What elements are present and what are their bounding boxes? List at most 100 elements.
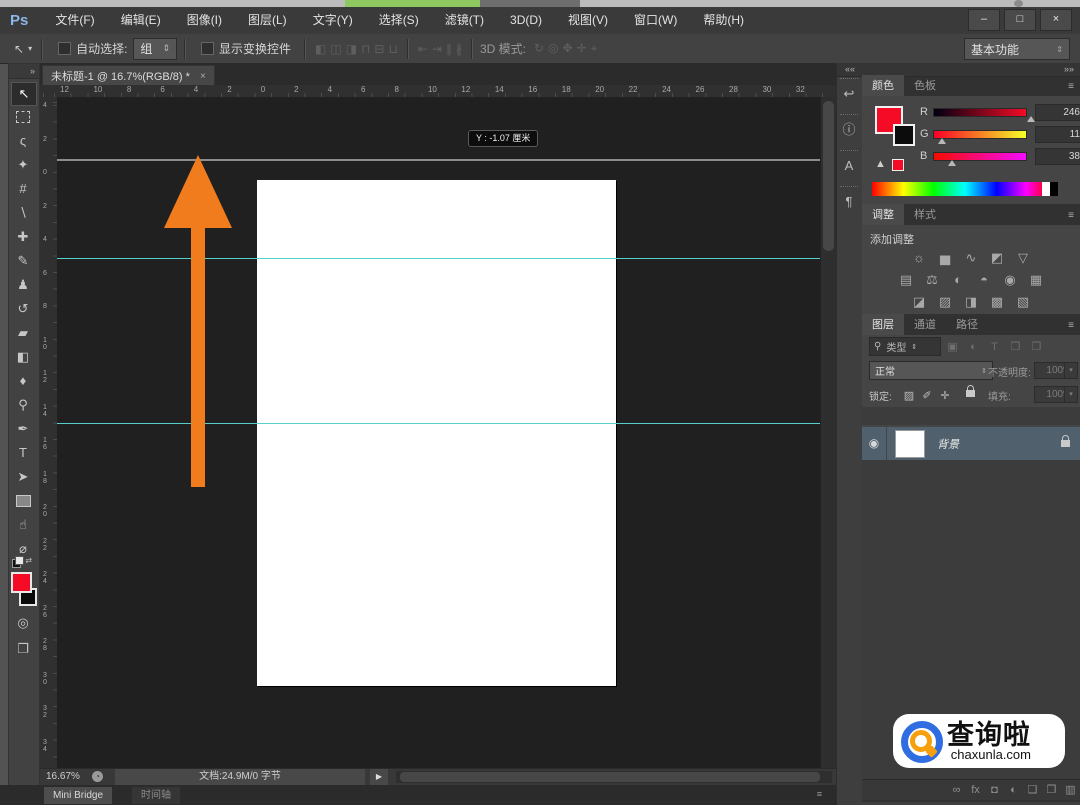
filter-adjustment-layers-icon[interactable]: ◐: [963, 337, 984, 358]
dock-expand-icon[interactable]: ««: [837, 63, 863, 77]
lock-transparent-pixels-icon[interactable]: ▨: [900, 389, 918, 402]
hand-tool[interactable]: ☝: [11, 514, 35, 536]
slider-knob[interactable]: [938, 137, 946, 144]
close-button[interactable]: ×: [1040, 9, 1072, 31]
gradient-map-icon[interactable]: ▧: [1010, 293, 1036, 311]
rectangle-tool[interactable]: [11, 490, 35, 512]
blur-tool[interactable]: ♦: [11, 370, 35, 392]
menu-item-1[interactable]: 编辑(E): [108, 13, 174, 27]
filter-shape-layers-icon[interactable]: ❒: [1005, 337, 1026, 358]
slider-knob[interactable]: [948, 159, 956, 166]
layer-thumbnail[interactable]: [895, 429, 925, 458]
layers-tab-0[interactable]: 图层: [862, 314, 904, 335]
paragraph-panel-icon[interactable]: ¶: [836, 190, 862, 214]
rectangular-marquee-tool[interactable]: [11, 106, 35, 128]
channel-slider-B[interactable]: [933, 151, 1027, 166]
menu-item-2[interactable]: 图像(I): [174, 13, 235, 27]
layer-filter-type-dropdown[interactable]: ⚲ 类型 ⇕: [869, 337, 941, 356]
quick-selection-tool[interactable]: ✦: [11, 154, 35, 176]
levels-icon[interactable]: ▅: [932, 249, 958, 267]
menu-item-6[interactable]: 滤镜(T): [432, 13, 497, 27]
menu-item-8[interactable]: 视图(V): [555, 13, 621, 27]
adjustment-layer-icon[interactable]: ◐: [1004, 780, 1023, 800]
bottom-panel-menu-icon[interactable]: ≡: [817, 789, 822, 799]
horizontal-scrollbar[interactable]: [396, 771, 832, 783]
channel-value-B[interactable]: 38: [1035, 147, 1080, 165]
pen-tool[interactable]: ✒: [11, 418, 35, 440]
posterize-icon[interactable]: ▨: [932, 293, 958, 311]
gamut-warning-icon[interactable]: ▲: [875, 158, 886, 170]
color-lookup-icon[interactable]: ▦: [1023, 271, 1049, 289]
menu-item-10[interactable]: 帮助(H): [690, 13, 757, 27]
layer-row-background[interactable]: ◉ 背景: [862, 427, 1080, 460]
minimize-button[interactable]: –: [968, 9, 1000, 31]
document-canvas[interactable]: [257, 180, 616, 686]
photo-filter-icon[interactable]: ◓: [971, 271, 997, 289]
brightness-contrast-icon[interactable]: ☼: [906, 249, 932, 267]
channel-value-G[interactable]: 11: [1035, 125, 1080, 143]
vertical-scrollbar-thumb[interactable]: [823, 101, 834, 251]
clone-stamp-tool[interactable]: ♟: [11, 274, 35, 296]
spectrum-white-chip[interactable]: [1042, 182, 1050, 196]
quick-mask-button[interactable]: ◎: [11, 612, 35, 634]
adjustments-tab-0[interactable]: 调整: [862, 204, 904, 225]
adjustments-panel-menu-icon[interactable]: ≡: [1068, 210, 1074, 221]
eraser-tool[interactable]: ▰: [11, 322, 35, 344]
foreground-color-tool-swatch[interactable]: [11, 572, 32, 593]
maximize-button[interactable]: □: [1004, 9, 1036, 31]
status-options-arrow-icon[interactable]: ▶: [370, 769, 388, 785]
menu-item-0[interactable]: 文件(F): [42, 13, 107, 27]
tab-timeline[interactable]: 时间轴: [132, 787, 180, 804]
spectrum-black-chip[interactable]: [1050, 182, 1058, 196]
channel-mixer-icon[interactable]: ◉: [997, 271, 1023, 289]
history-panel-icon[interactable]: ↩: [836, 82, 862, 106]
vertical-scrollbar[interactable]: [820, 97, 837, 768]
color-balance-icon[interactable]: ⚖: [919, 271, 945, 289]
hue-saturation-icon[interactable]: ▤: [893, 271, 919, 289]
guide-horizontal-2[interactable]: [57, 423, 820, 424]
history-brush-tool[interactable]: ↺: [11, 298, 35, 320]
color-tab-1[interactable]: 色板: [904, 75, 946, 96]
menu-item-3[interactable]: 图层(L): [235, 13, 300, 27]
workspace-switcher[interactable]: 基本功能 ⇕: [964, 38, 1070, 60]
gamut-warning-swatch[interactable]: [892, 159, 904, 171]
filter-smart-objects-icon[interactable]: ❐: [1026, 337, 1047, 358]
color-tab-0[interactable]: 颜色: [862, 75, 904, 96]
eyedropper-tool[interactable]: ∖: [11, 202, 35, 224]
layers-tab-2[interactable]: 路径: [946, 314, 988, 335]
vertical-ruler[interactable]: 4 2 0 2 4 6 8 1 0 1 2 1 4 1 6 1 8 2 0 2 2 2 4 2 6 2 8 3 0…: [40, 97, 58, 768]
vibrance-icon[interactable]: ▽: [1010, 249, 1036, 267]
filter-type-layers-icon[interactable]: T: [984, 337, 1005, 358]
info-panel-icon[interactable]: ⓘ: [836, 118, 862, 142]
tool-preset-caret-icon[interactable]: ▾: [28, 44, 32, 53]
dodge-tool[interactable]: ⚲: [11, 394, 35, 416]
horizontal-scrollbar-thumb[interactable]: [400, 772, 820, 782]
fill-caret-icon[interactable]: ▾: [1064, 386, 1078, 403]
lock-image-pixels-icon[interactable]: ✐: [918, 389, 936, 402]
auto-select-checkbox[interactable]: [58, 42, 72, 55]
color-swatch-pair[interactable]: [11, 572, 37, 606]
black-white-icon[interactable]: ◐: [945, 271, 971, 289]
lasso-tool[interactable]: ς: [11, 130, 35, 152]
layer-name[interactable]: 背景: [937, 436, 1059, 452]
lock-all-icon[interactable]: [966, 385, 975, 397]
lock-position-icon[interactable]: ✛: [936, 389, 954, 402]
layer-group-icon[interactable]: ❏: [1023, 780, 1042, 800]
document-size-info[interactable]: 文档:24.9M/0 字节: [115, 769, 365, 785]
channel-slider-R[interactable]: [933, 107, 1035, 122]
layers-tab-1[interactable]: 通道: [904, 314, 946, 335]
opacity-caret-icon[interactable]: ▾: [1064, 362, 1078, 379]
layer-visibility-eye-icon[interactable]: ◉: [862, 427, 887, 460]
swap-colors-icon[interactable]: ⇄: [12, 556, 32, 568]
menu-item-4[interactable]: 文字(Y): [300, 13, 366, 27]
link-layers-icon[interactable]: ∞: [947, 780, 966, 800]
toolbar-collapse-icon[interactable]: »: [9, 64, 39, 79]
character-panel-icon[interactable]: A: [836, 154, 862, 178]
color-spectrum-ramp[interactable]: [872, 182, 1058, 196]
curves-icon[interactable]: ∿: [958, 249, 984, 267]
menu-item-7[interactable]: 3D(D): [497, 13, 555, 27]
blend-mode-dropdown[interactable]: 正常 ⇕: [869, 361, 993, 380]
move-tool[interactable]: ↖: [11, 82, 37, 106]
exposure-icon[interactable]: ◩: [984, 249, 1010, 267]
document-tab[interactable]: 未标题-1 @ 16.7%(RGB/8) * ×: [42, 65, 215, 86]
